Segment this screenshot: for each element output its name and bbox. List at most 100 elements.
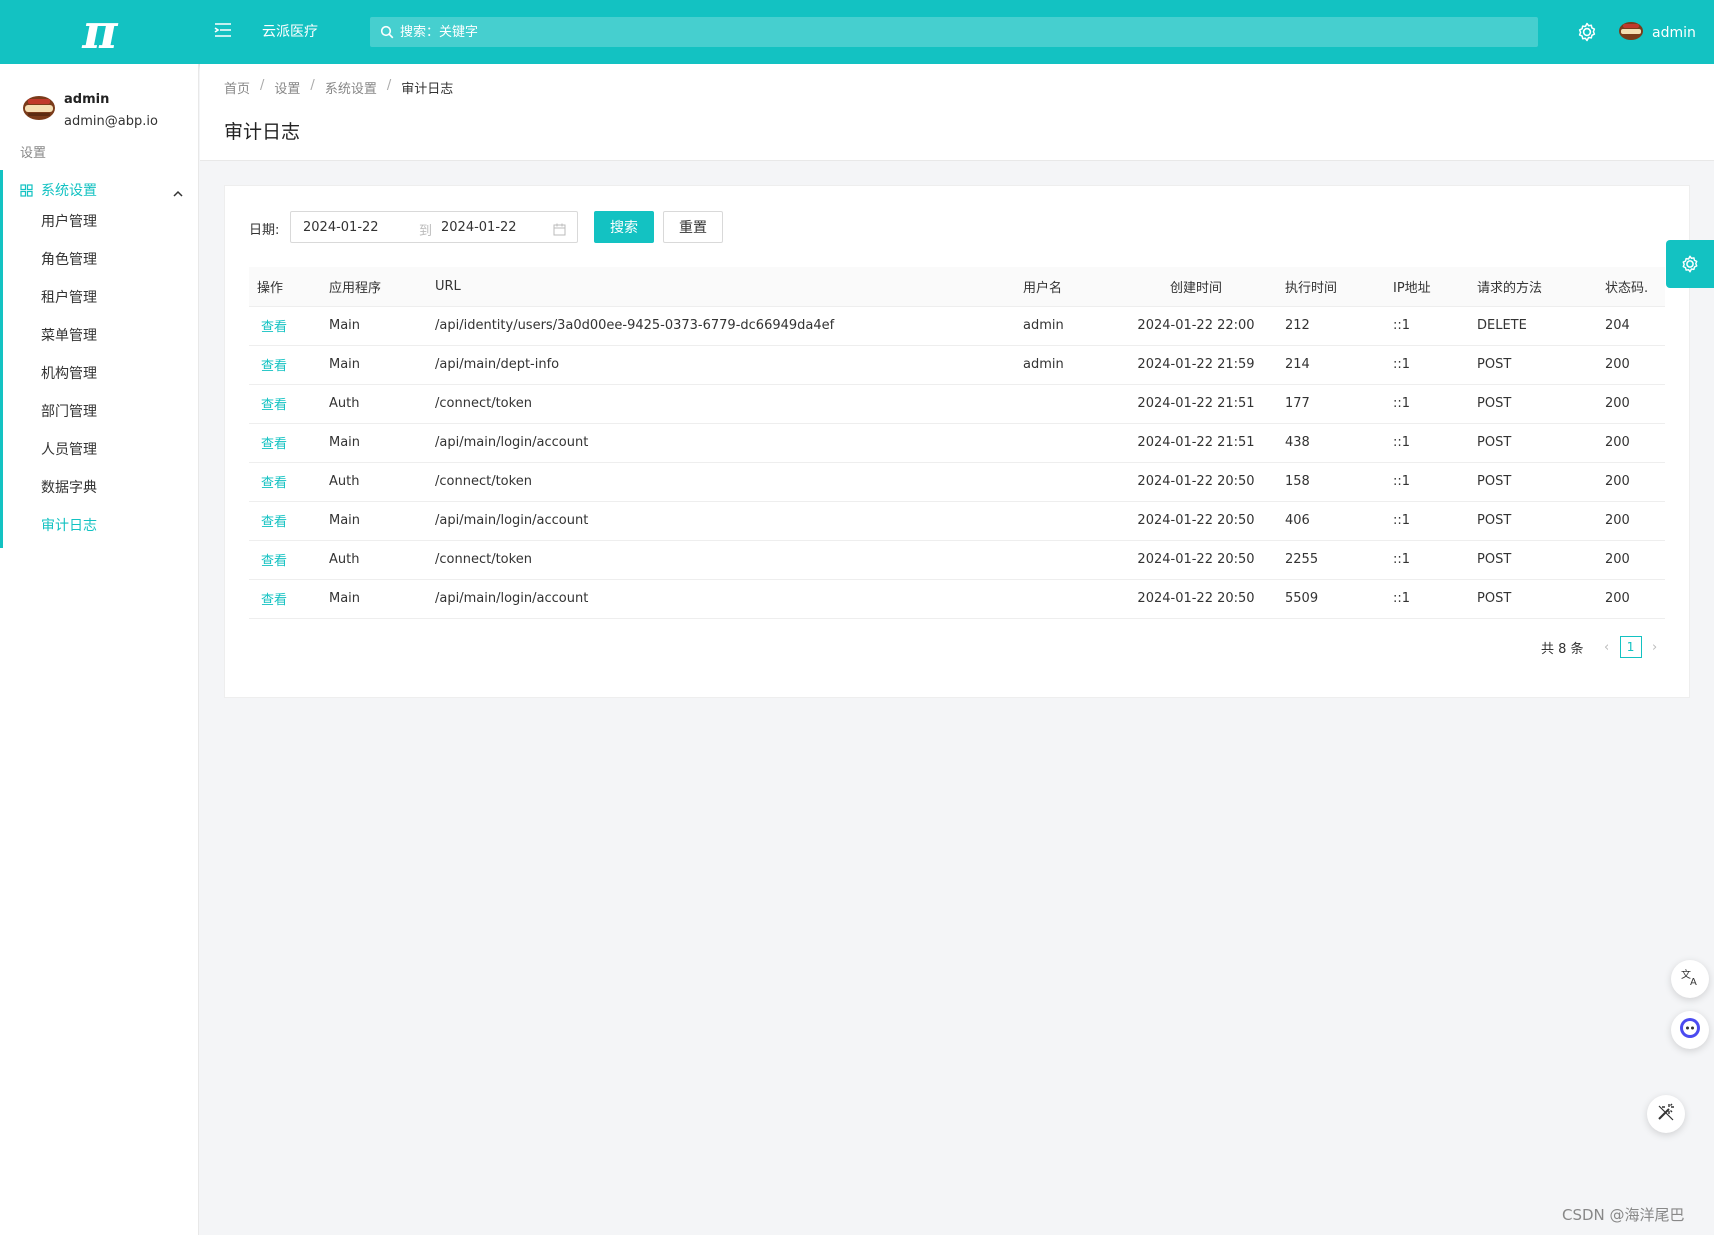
end-date[interactable]: 2024-01-22 <box>441 220 517 235</box>
sidebar-item-dictionary[interactable]: 数据字典 <box>41 474 191 502</box>
cell-method: POST <box>1477 357 1512 372</box>
search-input[interactable] <box>398 17 1518 47</box>
table-cell: 200 <box>1597 345 1665 385</box>
user-email: admin@abp.io <box>64 114 158 129</box>
table-cell <box>1015 462 1115 502</box>
table-cell: 406 <box>1277 501 1385 541</box>
menu-group-label: 系统设置 <box>41 183 97 199</box>
cell-duration: 212 <box>1285 318 1310 333</box>
sidebar-item-organizations[interactable]: 机构管理 <box>41 360 191 388</box>
view-link[interactable]: 查看 <box>257 437 287 452</box>
cell-url: /connect/token <box>435 552 532 567</box>
cell-app: Main <box>329 435 361 450</box>
breadcrumb-separator: / <box>386 78 392 93</box>
table-cell: Main <box>321 579 427 619</box>
cell-created: 2024-01-22 21:51 <box>1137 396 1255 411</box>
column-header: 用户名 <box>1015 267 1115 307</box>
header-user-menu[interactable]: admin <box>1618 20 1696 46</box>
start-date[interactable]: 2024-01-22 <box>303 220 379 235</box>
view-link[interactable]: 查看 <box>257 515 287 530</box>
sidebar-item-staff[interactable]: 人员管理 <box>41 436 191 464</box>
settings-gear-icon[interactable] <box>1576 21 1598 47</box>
translate-button[interactable]: 文A <box>1671 960 1709 998</box>
table-cell <box>1015 540 1115 580</box>
column-header: 状态码. <box>1597 267 1665 307</box>
svg-text:A: A <box>1690 977 1697 987</box>
table-header-row: 操作 应用程序 URL 用户名 创建时间 执行时间 IP地址 请求的方法 状态码… <box>249 267 1665 307</box>
menu-group-header[interactable]: 系统设置 <box>3 170 199 208</box>
view-link[interactable]: 查看 <box>257 320 287 335</box>
magic-wand-icon <box>1656 1102 1676 1126</box>
cell-app: Main <box>329 591 361 606</box>
table-cell: 查看 <box>249 579 321 619</box>
view-link[interactable]: 查看 <box>257 398 287 413</box>
cell-url: /connect/token <box>435 396 532 411</box>
table-cell: /api/main/dept-info <box>427 345 1015 385</box>
table-cell: Auth <box>321 384 427 424</box>
view-link[interactable]: 查看 <box>257 359 287 374</box>
breadcrumb-settings[interactable]: 设置 <box>274 78 300 97</box>
sidebar-item-users[interactable]: 用户管理 <box>41 208 191 236</box>
breadcrumb-system-settings[interactable]: 系统设置 <box>325 78 377 97</box>
search-button[interactable]: 搜索 <box>594 211 654 243</box>
sidebar-item-audit-log[interactable]: 审计日志 <box>41 512 191 540</box>
prev-page-button[interactable]: ‹ <box>1596 640 1618 655</box>
table-cell: Main <box>321 423 427 463</box>
table-cell <box>1015 384 1115 424</box>
theme-settings-tab[interactable] <box>1666 240 1714 288</box>
sidebar-item-menus[interactable]: 菜单管理 <box>41 322 191 350</box>
header-user-name: admin <box>1652 25 1696 41</box>
table-cell: admin <box>1015 306 1115 346</box>
grid-icon <box>20 182 33 201</box>
menu-toggle-icon[interactable] <box>214 22 236 42</box>
view-link[interactable]: 查看 <box>257 554 287 569</box>
assistant-button[interactable] <box>1671 1011 1709 1049</box>
date-range-picker[interactable]: 2024-01-22 到 2024-01-22 <box>290 211 578 243</box>
table-cell: ::1 <box>1385 540 1469 580</box>
table-cell: POST <box>1469 384 1597 424</box>
logo[interactable]: π <box>76 6 124 58</box>
view-link[interactable]: 查看 <box>257 476 287 491</box>
cell-method: POST <box>1477 474 1512 489</box>
table-cell: /api/identity/users/3a0d00ee-9425-0373-6… <box>427 306 1015 346</box>
table-cell: /connect/token <box>427 540 1015 580</box>
cell-user: admin <box>1023 357 1064 372</box>
cell-app: Auth <box>329 396 360 411</box>
magic-tool-button[interactable] <box>1647 1095 1685 1133</box>
table-cell: /api/main/login/account <box>427 423 1015 463</box>
cell-ip: ::1 <box>1393 435 1411 450</box>
cell-created: 2024-01-22 21:59 <box>1137 357 1255 372</box>
table-cell: 2024-01-22 21:51 <box>1115 423 1277 463</box>
cell-created: 2024-01-22 20:50 <box>1137 474 1255 489</box>
breadcrumb-separator: / <box>260 78 265 93</box>
assistant-icon <box>1678 1016 1702 1044</box>
table-cell: ::1 <box>1385 306 1469 346</box>
page-header: 首页 / 设置 / 系统设置 / 审计日志 审计日志 <box>200 64 1714 161</box>
breadcrumb-home[interactable]: 首页 <box>224 78 250 97</box>
sidebar-item-tenants[interactable]: 租户管理 <box>41 284 191 312</box>
table-cell: 2024-01-22 20:50 <box>1115 579 1277 619</box>
cell-duration: 214 <box>1285 357 1310 372</box>
app-name[interactable]: 云派医疗 <box>262 21 318 41</box>
reset-button[interactable]: 重置 <box>663 211 723 243</box>
cell-ip: ::1 <box>1393 591 1411 606</box>
avatar <box>1618 20 1644 46</box>
table-cell: 212 <box>1277 306 1385 346</box>
range-separator: 到 <box>419 224 433 239</box>
table-row: 查看 Main/api/identity/users/3a0d00ee-9425-… <box>249 306 1665 346</box>
sidebar-item-roles[interactable]: 角色管理 <box>41 246 191 274</box>
cell-app: Main <box>329 318 361 333</box>
sidebar-item-departments[interactable]: 部门管理 <box>41 398 191 426</box>
next-page-button[interactable]: › <box>1644 640 1666 655</box>
top-header: π 云派医疗 admin <box>0 0 1714 64</box>
table-cell: 214 <box>1277 345 1385 385</box>
table-row: 查看 Auth/connect/token 2024-01-22 20:50 2255… <box>249 540 1665 580</box>
cell-method: DELETE <box>1477 318 1527 333</box>
page-number[interactable]: 1 <box>1619 636 1642 658</box>
cell-url: /api/main/dept-info <box>435 357 560 372</box>
table-cell: 查看 <box>249 423 321 463</box>
view-link[interactable]: 查看 <box>257 593 287 608</box>
column-header: 执行时间 <box>1277 267 1385 307</box>
cell-user: admin <box>1023 318 1064 333</box>
menu-group-system-settings: 系统设置 用户管理 角色管理 租户管理 菜单管理 机构管理 部门管理 人员管理 … <box>0 170 199 548</box>
